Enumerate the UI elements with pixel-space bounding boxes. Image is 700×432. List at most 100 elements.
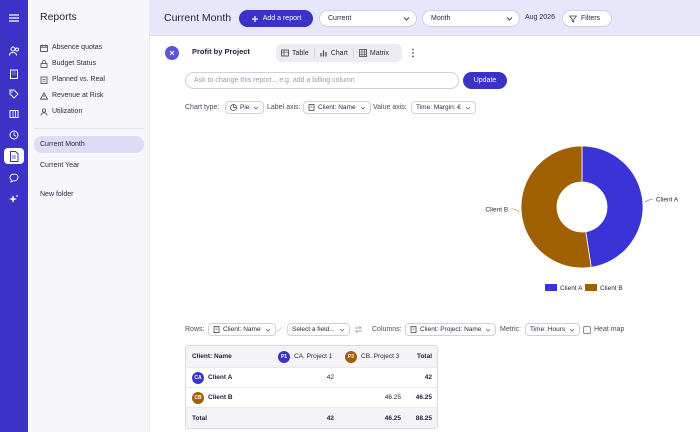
more-options-icon[interactable] <box>411 48 415 58</box>
pie-chart-icon <box>230 104 237 111</box>
metric-select[interactable]: Time: Hours <box>525 323 581 336</box>
sidebar-item-label: Current Year <box>40 162 80 169</box>
table-row: CB Client B 46.25 46.25 <box>186 388 437 408</box>
clipboard-icon <box>40 76 48 84</box>
sidebar-item-utilization[interactable]: Utilization <box>40 106 82 117</box>
reports-sidebar: Reports Absence quotas Budget Status Pla… <box>28 0 150 432</box>
legend-label[interactable]: Client B <box>600 285 623 292</box>
total-label: Total <box>192 414 208 422</box>
label-axis-value: Client: Name <box>318 104 356 111</box>
calendar-icon <box>40 44 48 52</box>
client-avatar: CA <box>192 371 204 384</box>
sidebar-item-label: Utilization <box>52 108 83 115</box>
matrix-icon <box>358 49 367 57</box>
update-button[interactable]: Update <box>463 72 507 89</box>
label-axis-select[interactable]: Client: Name <box>303 101 371 114</box>
sidebar-item-current-year[interactable]: Current Year <box>40 160 79 171</box>
cell-total: 42 <box>424 374 432 381</box>
sidebar-item-label: Current Month <box>40 141 85 148</box>
report-icon[interactable] <box>4 148 24 164</box>
cell-project-1 <box>272 388 334 407</box>
header-client: Client: Name <box>192 353 232 360</box>
tab-chart[interactable]: Chart <box>315 46 353 60</box>
rows-select[interactable]: Client: Name <box>208 323 276 336</box>
chevron-down-icon <box>339 328 344 332</box>
project-badge: P1 <box>278 350 290 363</box>
chevron-down-icon <box>569 328 575 332</box>
chevron-down-icon <box>506 16 513 21</box>
heat-map-label: Heat map <box>594 326 625 333</box>
pie-slice-client-b[interactable] <box>520 145 592 269</box>
pie-slice-client-a[interactable] <box>581 145 644 268</box>
legend-swatch <box>545 284 557 291</box>
sidebar-item-revenue-at-risk[interactable]: Revenue at Risk <box>40 90 103 101</box>
rows-select-value: Client: Name <box>223 326 261 333</box>
row-client[interactable]: CA Client A <box>192 368 232 387</box>
range-select[interactable]: Current <box>319 10 417 27</box>
chevron-down-icon <box>265 328 270 332</box>
ask-placeholder: Ask to change this report... e.g. add a … <box>194 77 355 84</box>
filters-label: Filters <box>581 15 601 22</box>
legend-swatch <box>585 284 597 291</box>
users-icon[interactable] <box>4 43 24 59</box>
building-icon[interactable] <box>4 66 24 82</box>
donut-chart: Client A Client B Client A Client B <box>485 145 679 292</box>
metric-select-value: Time: Hours <box>530 326 566 333</box>
new-folder-button[interactable]: New folder <box>40 189 73 200</box>
building-icon <box>308 104 315 111</box>
ask-report-input[interactable]: Ask to change this report... e.g. add a … <box>185 72 459 89</box>
select-field-select[interactable]: Select a field... <box>287 323 350 336</box>
value-axis-select[interactable]: Time: Margin: € <box>411 101 476 114</box>
heat-map-checkbox[interactable] <box>583 326 591 334</box>
sidebar-item-budget-status[interactable]: Budget Status <box>40 58 96 69</box>
header-project-3[interactable]: P3 CB. Project 3 <box>345 346 399 367</box>
sparkle-icon[interactable] <box>4 191 24 207</box>
total-project-1: 42 <box>326 414 334 422</box>
clock-icon[interactable] <box>4 127 24 143</box>
rows-label: Rows: <box>185 326 205 333</box>
total-project-3: 46.25 <box>384 414 401 422</box>
tab-matrix[interactable]: Matrix <box>354 46 394 60</box>
lock-icon <box>40 59 48 68</box>
menu-icon[interactable] <box>4 10 24 26</box>
table-icon[interactable] <box>4 106 24 122</box>
filters-button[interactable]: Filters <box>562 10 612 27</box>
project-badge: P3 <box>345 350 357 363</box>
cell-total: 46.25 <box>415 394 432 401</box>
period-select[interactable]: Month <box>422 10 520 27</box>
sidebar-item-planned-vs-real[interactable]: Planned vs. Real <box>40 74 105 85</box>
columns-select[interactable]: Client: Project: Name <box>405 323 497 336</box>
collapse-report-button[interactable] <box>165 46 179 60</box>
legend-label[interactable]: Client A <box>560 285 583 292</box>
label-axis-label: Label axis: <box>267 104 301 111</box>
bar-chart-icon <box>320 50 327 57</box>
sidebar-item-absence-quotas[interactable]: Absence quotas <box>40 42 102 53</box>
period-label: Aug 2026 <box>525 14 555 21</box>
tab-chart-label: Chart <box>330 49 348 57</box>
client-name: Client B <box>208 394 233 401</box>
sidebar-item-current-month[interactable]: Current Month <box>40 139 85 150</box>
value-axis-label: Value axis: <box>373 104 407 111</box>
swap-icon[interactable] <box>354 325 363 334</box>
header-total: Total <box>416 353 432 360</box>
chevron-down-icon <box>465 106 471 110</box>
sidebar-item-label: Budget Status <box>52 60 96 67</box>
top-bar: Current Month Add a report Current Month… <box>150 0 700 36</box>
add-report-label: Add a report <box>262 15 302 22</box>
range-select-value: Current <box>328 15 352 22</box>
chat-icon[interactable] <box>4 170 24 186</box>
grand-total: 88.25 <box>415 414 432 422</box>
header-project-3-label: CB. Project 3 <box>361 353 400 360</box>
value-axis-value: Time: Margin: € <box>416 104 461 111</box>
cell-project-3 <box>339 368 401 387</box>
row-client[interactable]: CB Client B <box>192 388 233 407</box>
tag-icon[interactable] <box>4 86 24 102</box>
header-project-1[interactable]: P1 CA. Project 1 <box>278 346 332 367</box>
tab-table[interactable]: Table <box>276 46 314 60</box>
chart-type-select[interactable]: Pie <box>225 101 265 114</box>
add-report-button[interactable]: Add a report <box>239 10 313 27</box>
icon-rail <box>0 0 28 432</box>
chevron-down-icon <box>486 328 491 332</box>
matrix-table: Client: Name P1 CA. Project 1 P3 CB. Pro… <box>185 345 438 429</box>
period-select-value: Month <box>431 15 451 22</box>
